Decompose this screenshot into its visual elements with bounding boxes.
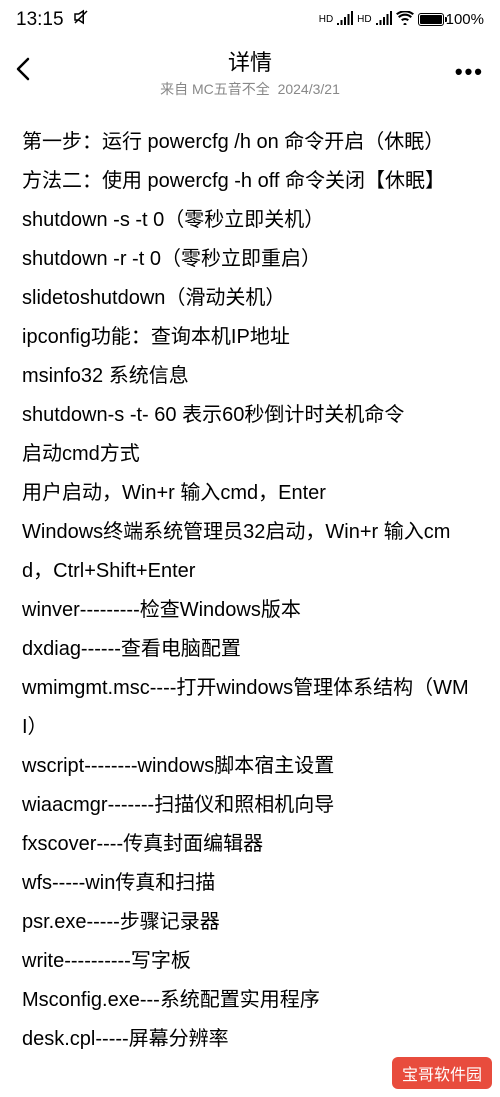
article-content: 第一步：运行 powercfg /h on 命令开启（休眠）方法二：使用 pow… [0, 105, 500, 1059]
watermark: 宝哥软件园 [392, 1057, 492, 1089]
content-line: shutdown-s -t- 60 表示60秒倒计时关机命令 [22, 396, 478, 435]
battery: 100% [418, 11, 484, 28]
status-left: 13:15 [16, 8, 90, 31]
more-button[interactable]: ••• [454, 59, 484, 85]
signal-icon-1 [337, 11, 353, 28]
status-bar: 13:15 HD HD 100% [0, 0, 500, 35]
content-line: msinfo32 系统信息 [22, 357, 478, 396]
wifi-icon [396, 11, 414, 28]
content-line: winver---------检查Windows版本 [22, 591, 478, 630]
battery-icon [418, 13, 444, 26]
content-line: wiaacmgr-------扫描仪和照相机向导 [22, 786, 478, 825]
back-button[interactable] [16, 56, 46, 88]
content-line: wmimgmt.msc----打开windows管理体系结构（WMI） [22, 669, 478, 747]
content-line: slidetoshutdown（滑动关机） [22, 279, 478, 318]
content-line: 第一步：运行 powercfg /h on 命令开启（休眠） [22, 123, 478, 162]
content-line: 启动cmd方式 [22, 435, 478, 474]
content-line: shutdown -r -t 0（零秒立即重启） [22, 240, 478, 279]
content-line: dxdiag------查看电脑配置 [22, 630, 478, 669]
content-line: fxscover----传真封面编辑器 [22, 825, 478, 864]
content-line: wfs-----win传真和扫描 [22, 864, 478, 903]
content-line: desk.cpl-----屏幕分辨率 [22, 1020, 478, 1059]
hd-label-2: HD [357, 14, 371, 25]
status-right: HD HD 100% [319, 11, 484, 28]
content-line: psr.exe-----步骤记录器 [22, 903, 478, 942]
content-line: Msconfig.exe---系统配置实用程序 [22, 981, 478, 1020]
page-subtitle: 来自 MC五音不全 2024/3/21 [46, 79, 454, 99]
content-line: Windows终端系统管理员32启动，Win+r 输入cmd，Ctrl+Shif… [22, 513, 478, 591]
battery-percent: 100% [446, 11, 484, 28]
mute-icon [72, 8, 90, 31]
content-line: shutdown -s -t 0（零秒立即关机） [22, 201, 478, 240]
hd-label-1: HD [319, 14, 333, 25]
content-line: wscript--------windows脚本宿主设置 [22, 747, 478, 786]
header-center: 详情 来自 MC五音不全 2024/3/21 [46, 45, 454, 99]
content-line: ipconfig功能：查询本机IP地址 [22, 318, 478, 357]
header: 详情 来自 MC五音不全 2024/3/21 ••• [0, 35, 500, 105]
content-line: 用户启动，Win+r 输入cmd，Enter [22, 474, 478, 513]
signal-icon-2 [376, 11, 392, 28]
page-title: 详情 [46, 45, 454, 77]
status-time: 13:15 [16, 9, 64, 31]
content-line: write----------写字板 [22, 942, 478, 981]
content-line: 方法二：使用 powercfg -h off 命令关闭【休眠】 [22, 162, 478, 201]
